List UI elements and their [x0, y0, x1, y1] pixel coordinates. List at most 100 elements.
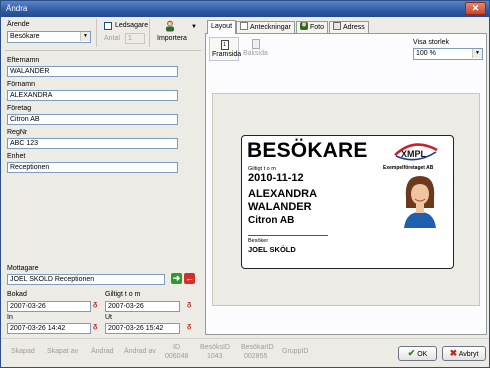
checkmark-icon: ✔ — [407, 348, 416, 358]
fornamn-label: Förnamn — [7, 81, 36, 88]
baksida-label: Baksida — [243, 50, 268, 57]
window-title: Ändra — [6, 4, 28, 13]
card-besoker-name: JOEL SKÖLD — [248, 245, 296, 254]
close-button[interactable]: ✕ — [465, 2, 486, 15]
in-field[interactable]: 2007-03-26 14:42 — [7, 323, 91, 334]
xmpl-logo: XMPL — [394, 143, 438, 161]
besoksid-label: BesöksID — [200, 344, 230, 351]
enhet-value: Receptionen — [10, 164, 50, 171]
card-heading: BESÖKARE — [247, 139, 368, 162]
id-label: ID — [173, 344, 180, 351]
calendar-icon[interactable]: ᵹ — [187, 323, 191, 330]
efternamn-field[interactable]: WALANDER — [7, 66, 178, 77]
visitor-card: BESÖKARE XMPL Exempelföretaget AB Giltig… — [241, 135, 454, 269]
foretag-field[interactable]: Citron AB — [7, 114, 178, 125]
skapad-label: Skapad — [11, 348, 35, 355]
tab-anteckningar-label: Anteckningar — [250, 24, 291, 31]
arende-select[interactable]: Besökare ▼ — [7, 31, 91, 43]
skapad-av-label: Skapat av — [47, 348, 79, 355]
framsida-label: Framsida — [212, 51, 242, 58]
tab-layout[interactable]: Layout — [207, 20, 237, 34]
visa-storlek-select[interactable]: 100 % ▼ — [413, 48, 483, 60]
arende-value: Besökare — [10, 33, 40, 40]
visa-storlek-label: Visa storlek — [413, 39, 450, 46]
tab-layout-label: Layout — [211, 23, 233, 30]
antal-value: 1 — [128, 35, 132, 42]
bokad-label: Bokad — [7, 291, 27, 298]
id-value: 006048 — [165, 353, 189, 360]
close-icon: ✖ — [449, 348, 458, 358]
giltigt-field[interactable]: 2007-03-26 — [105, 301, 180, 312]
card-giltigt-date: 2010-11-12 — [248, 172, 304, 184]
tab-adress-label: Adress — [343, 24, 365, 31]
mottagare-field[interactable]: JOEL SKÖLD Receptionen — [7, 274, 165, 285]
antal-label: Antal — [104, 35, 120, 42]
chevron-down-icon: ▼ — [472, 49, 482, 58]
notes-icon — [240, 22, 248, 30]
foretag-label: Företag — [7, 105, 32, 112]
importera-label: Importera — [157, 35, 187, 42]
visa-storlek-value: 100 % — [416, 50, 436, 57]
mottagare-value: JOEL SKÖLD Receptionen — [10, 276, 95, 283]
antal-field[interactable]: 1 — [125, 33, 145, 44]
ledsagare-checkbox[interactable] — [104, 22, 112, 30]
chevron-down-icon: ▼ — [80, 32, 90, 41]
enhet-label: Enhet — [7, 153, 26, 160]
divider — [1, 338, 489, 339]
importera-button[interactable]: ▼ Importera — [152, 20, 198, 46]
svg-text:XMPL: XMPL — [401, 149, 427, 159]
card-last-name: WALANDER — [248, 201, 312, 213]
card-preview-area: BESÖKARE XMPL Exempelföretaget AB Giltig… — [212, 93, 480, 306]
arende-label: Ärende — [7, 21, 30, 28]
giltigt-label: Giltigt t o m — [105, 291, 141, 298]
enhet-field[interactable]: Receptionen — [7, 162, 178, 173]
arrow-left-icon[interactable]: ← — [184, 273, 195, 284]
bokad-value: 2007-03-26 — [10, 303, 46, 310]
andrad-label: Ändrad — [91, 348, 114, 355]
divider — [149, 19, 150, 47]
fornamn-field[interactable]: ALEXANDRA — [7, 90, 178, 101]
giltigt-value: 2007-03-26 — [108, 303, 144, 310]
ut-value: 2007-03-26 15:42 — [108, 325, 164, 332]
card-company: Citron AB — [248, 215, 295, 226]
logo-company: Exempelföretaget AB — [383, 165, 434, 171]
besokarid-label: BesökarID — [241, 344, 274, 351]
address-card-icon — [333, 22, 341, 30]
framsida-button[interactable]: 1 Framsida — [209, 37, 242, 61]
regnr-field[interactable]: ABC 123 — [7, 138, 178, 149]
foretag-value: Citron AB — [10, 116, 40, 123]
title-bar[interactable]: Ändra ✕ — [1, 1, 489, 17]
calendar-icon[interactable]: ᵹ — [93, 323, 97, 330]
card-first-name: ALEXANDRA — [248, 188, 318, 200]
calendar-icon[interactable]: ᵹ — [187, 301, 191, 308]
ut-field[interactable]: 2007-03-26 15:42 — [105, 323, 180, 334]
ledsagare-label: Ledsagare — [115, 22, 149, 29]
ut-label: Ut — [105, 314, 112, 321]
card-divider — [248, 235, 328, 236]
divider — [96, 19, 97, 47]
regnr-label: RegNr — [7, 129, 28, 136]
fornamn-value: ALEXANDRA — [10, 92, 53, 99]
avbryt-label: Avbryt — [458, 351, 479, 358]
besoksid-value: 1043 — [207, 353, 223, 360]
ok-button[interactable]: ✔ OK — [398, 346, 437, 361]
in-label: In — [7, 314, 13, 321]
person-import-icon — [166, 20, 174, 32]
bokad-field[interactable]: 2007-03-26 — [7, 301, 91, 312]
chevron-down-icon: ▼ — [191, 24, 197, 30]
card-back-icon — [252, 39, 260, 49]
layout-panel: 1 Framsida Baksida Visa storlek 100 % ▼ … — [205, 33, 487, 335]
baksida-button[interactable]: Baksida — [241, 37, 271, 61]
efternamn-value: WALANDER — [10, 68, 50, 75]
dialog-window: Ändra ✕ Ärende Besökare ▼ Ledsagare Anta… — [0, 0, 490, 368]
ok-label: OK — [417, 351, 428, 358]
card-besoker-label: Besöker — [248, 238, 269, 244]
arrow-right-icon[interactable]: ➜ — [171, 273, 182, 284]
visitor-photo — [400, 172, 440, 228]
andrad-av-label: Ändrad av — [124, 348, 156, 355]
calendar-icon[interactable]: ᵹ — [93, 301, 97, 308]
gruppid-label: GruppID — [282, 348, 309, 355]
avbryt-button[interactable]: ✖ Avbryt — [442, 346, 486, 361]
divider — [5, 50, 201, 51]
in-value: 2007-03-26 14:42 — [10, 325, 66, 332]
